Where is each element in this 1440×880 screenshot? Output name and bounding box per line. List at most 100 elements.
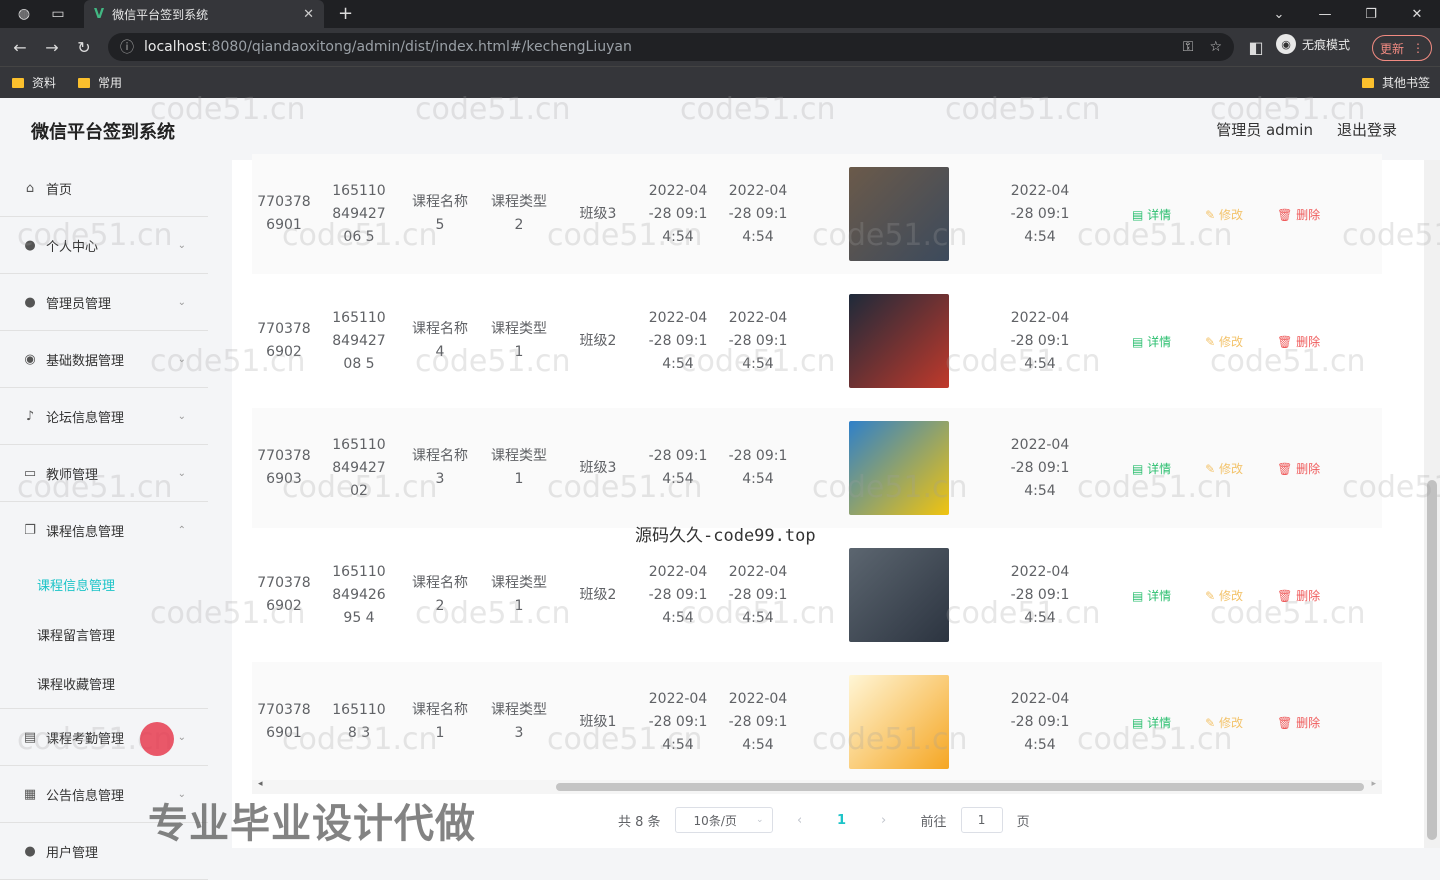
update-button[interactable]: 更新 ⋮ (1372, 35, 1432, 61)
course-photo (849, 675, 949, 769)
scroll-thumb[interactable] (556, 783, 1364, 791)
table-cell-class: 班级2 (579, 586, 617, 603)
incognito-icon: ◉ (1276, 34, 1296, 54)
action-label: 修改 (1219, 588, 1244, 603)
page-number[interactable]: 1 (827, 813, 857, 828)
sidebar-item-basedata[interactable]: ◉ 基础数据管理 ⌄ (0, 331, 208, 388)
sidebar-item-teachers[interactable]: ▭ 教师管理 ⌄ (0, 445, 208, 502)
action-label: 删除 (1296, 334, 1321, 349)
star-icon[interactable]: ☆ (1209, 39, 1222, 55)
back-icon[interactable]: ← (4, 38, 36, 57)
restore-icon[interactable]: ❐ (1348, 7, 1394, 22)
table-cell-name: 课程名称 3 (412, 448, 468, 487)
new-tab-icon[interactable]: + (338, 3, 353, 24)
table-cell-type: 课程类型 3 (491, 702, 547, 741)
logout-button[interactable]: 退出登录 (1337, 119, 1397, 140)
prev-page-icon[interactable]: ‹ (787, 813, 813, 828)
sidebar-item-courses[interactable]: ❐ 课程信息管理 ⌃ (0, 502, 208, 559)
promo-overlay-text: 专业毕业设计代做 (148, 801, 476, 847)
delete-button[interactable]: 🗑 删除 (1277, 460, 1320, 477)
course-photo (849, 167, 949, 261)
more-icon[interactable]: ⋮ (1412, 41, 1424, 55)
key-icon[interactable]: ⚿ (1183, 39, 1194, 55)
edit-button[interactable]: ✎ 修改 (1205, 333, 1243, 350)
edit-button[interactable]: ✎ 修改 (1205, 714, 1243, 731)
scroll-thumb[interactable] (1427, 480, 1437, 840)
sidebar-item-profile[interactable]: ● 个人中心 ⌄ (0, 217, 208, 274)
table-cell-t2: 2022-04 -28 09:1 4:54 (728, 563, 788, 626)
scroll-left-icon[interactable]: ◂ (258, 779, 263, 789)
chevron-down-icon: ⌄ (177, 239, 186, 251)
chat-icon: ▭ (23, 465, 37, 481)
chevron-down-icon[interactable]: ⌄ (1256, 7, 1302, 22)
delete-icon: 🗑 (1277, 461, 1297, 476)
chevron-up-icon: ⌃ (177, 525, 186, 536)
close-icon[interactable]: ✕ (303, 7, 314, 22)
row-actions: ▤ 详情 ✎ 修改 🗑 删除 (1132, 154, 1320, 274)
sidepanel-icon[interactable]: ◧ (1240, 38, 1272, 57)
sidebar: ⌂ 首页 ● 个人中心 ⌄ ● 管理员管理 ⌄ ◉ 基础数据管理 ⌄ ♪ 论坛信息管理 ⌄ ▭ 教师… (0, 160, 208, 880)
goto-page-input[interactable]: 1 (960, 807, 1003, 833)
table-cell-phone: 16511084942706 5 (332, 182, 386, 245)
bookmark-label: 其他书签 (1381, 76, 1430, 90)
table-row: 7703786902 16511084942708 5 课程名称 4 课程类型 1 班级… (252, 281, 1382, 401)
next-page-icon[interactable]: › (871, 813, 897, 828)
row-actions: ▤ 详情 ✎ 修改 🗑 删除 (1132, 535, 1320, 655)
page-size-value: 10条/页 (693, 813, 737, 828)
reload-icon[interactable]: ↻ (68, 38, 100, 57)
detail-button[interactable]: ▤ 详情 (1132, 460, 1171, 477)
submenu-course-info[interactable]: 课程信息管理 (0, 559, 208, 609)
page-size-select[interactable]: 10条/页 ⌄ (674, 807, 773, 833)
edit-button[interactable]: ✎ 修改 (1205, 206, 1243, 223)
submenu-course-messages[interactable]: 课程留言管理 (0, 609, 208, 659)
vertical-scrollbar[interactable] (1424, 160, 1440, 848)
delete-button[interactable]: 🗑 删除 (1277, 206, 1320, 223)
edit-button[interactable]: ✎ 修改 (1205, 460, 1243, 477)
window-icon[interactable]: ▭ (48, 4, 68, 24)
globe-icon[interactable]: ◍ (14, 4, 34, 24)
table-cell-phone: 16511084942695 4 (332, 563, 386, 626)
detail-button[interactable]: ▤ 详情 (1132, 333, 1171, 350)
delete-button[interactable]: 🗑 删除 (1277, 333, 1320, 350)
course-photo (849, 294, 949, 388)
submenu-course-favorites[interactable]: 课程收藏管理 (0, 659, 208, 709)
chevron-down-icon: ⌄ (177, 467, 186, 479)
detail-button[interactable]: ▤ 详情 (1132, 714, 1171, 731)
scroll-right-icon[interactable]: ▸ (1371, 779, 1376, 789)
forward-icon[interactable]: → (36, 38, 68, 57)
delete-button[interactable]: 🗑 删除 (1277, 714, 1320, 731)
table-cell-class: 班级3 (579, 205, 617, 222)
table-cell-t1: 2022-04 -28 09:1 4:54 (648, 309, 708, 372)
browser-tab[interactable]: V 微信平台签到系统 ✕ (84, 0, 324, 28)
goto-prefix: 前往 (920, 814, 947, 830)
user-icon: ● (24, 843, 36, 859)
detail-button[interactable]: ▤ 详情 (1132, 587, 1171, 604)
incognito-badge[interactable]: ◉ 无痕模式 (1276, 34, 1350, 54)
sidebar-item-label: 教师管理 (46, 467, 99, 483)
bookmark-label: 常用 (98, 76, 123, 90)
sidebar-item-admins[interactable]: ● 管理员管理 ⌄ (0, 274, 208, 331)
home-icon: ⌂ (25, 180, 35, 196)
sidebar-item-forum[interactable]: ♪ 论坛信息管理 ⌄ (0, 388, 208, 445)
detail-button[interactable]: ▤ 详情 (1132, 206, 1171, 223)
sidebar-item-label: 课程信息管理 (46, 525, 125, 540)
bookmark-folder[interactable]: 资料 (12, 74, 56, 91)
edit-button[interactable]: ✎ 修改 (1205, 587, 1243, 604)
table-cell-class: 班级2 (579, 332, 617, 349)
sidebar-item-attendance[interactable]: ▤ 课程考勤管理 ⌄ (0, 709, 208, 766)
row-actions: ▤ 详情 ✎ 修改 🗑 删除 (1132, 662, 1320, 782)
url-input[interactable]: ⓘ localhost:8080/qiandaoxitong/admin/dis… (108, 33, 1234, 61)
action-label: 详情 (1147, 207, 1172, 222)
sidebar-item-home[interactable]: ⌂ 首页 (0, 160, 208, 217)
table-cell-id: 7703786901 (257, 194, 311, 233)
chevron-down-icon: ⌄ (177, 731, 186, 743)
other-bookmarks[interactable]: 其他书签 (1361, 74, 1430, 91)
pagination-total: 共 8 条 (618, 814, 661, 830)
delete-button[interactable]: 🗑 删除 (1277, 587, 1320, 604)
close-window-icon[interactable]: ✕ (1394, 7, 1440, 22)
chevron-down-icon: ⌄ (177, 296, 186, 308)
minimize-icon[interactable]: — (1302, 7, 1348, 22)
sidebar-item-label: 管理员管理 (46, 296, 112, 312)
bookmark-folder[interactable]: 常用 (78, 74, 122, 91)
action-label: 修改 (1219, 715, 1244, 730)
